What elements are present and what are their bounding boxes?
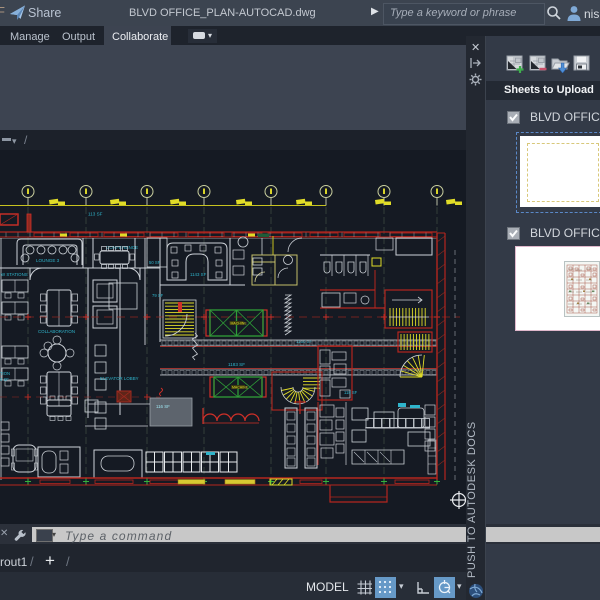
svg-text:1143 SF: 1143 SF (190, 272, 207, 277)
svg-text:LOUNGE 3: LOUNGE 3 (36, 258, 60, 263)
svg-text:0 SF: 0 SF (0, 377, 9, 382)
svg-text:116 SF: 116 SF (156, 404, 170, 409)
svg-text:CONFERENCE: CONFERENCE (106, 245, 138, 250)
svg-text:1183 SF: 1183 SF (228, 362, 245, 367)
svg-text:118 SF: 118 SF (344, 390, 358, 395)
svg-text:113 SF: 113 SF (88, 212, 103, 217)
svg-text:MACHINE: MACHINE (231, 322, 248, 326)
svg-text:ELEVATOR LOBBY: ELEVATOR LOBBY (100, 376, 139, 381)
svg-text:W STATIONS: W STATIONS (1, 272, 28, 277)
svg-text:COLLABORATION: COLLABORATION (38, 329, 75, 334)
svg-text:TION: TION (0, 371, 10, 376)
svg-text:79 SF: 79 SF (152, 293, 164, 298)
svg-text:50 SF: 50 SF (149, 260, 161, 265)
svg-text:MACHINE: MACHINE (232, 386, 249, 390)
